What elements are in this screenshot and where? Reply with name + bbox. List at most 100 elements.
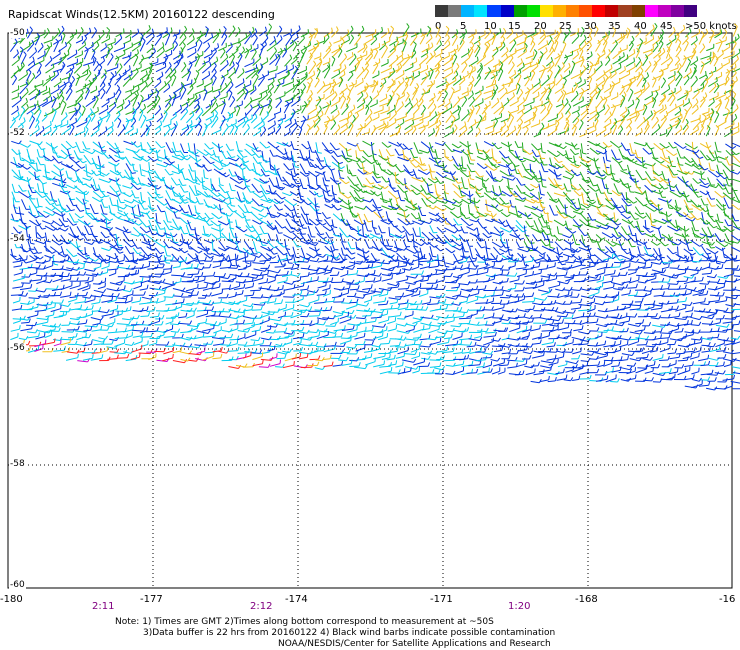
wind-barb-flag	[362, 104, 365, 109]
wind-barb-flag	[346, 124, 349, 129]
wind-barb	[412, 107, 420, 115]
wind-barb	[395, 116, 407, 121]
wind-barb	[330, 108, 338, 114]
wind-barb-flag	[465, 125, 468, 130]
wind-barb-flag	[429, 220, 433, 224]
wind-barb-flag	[697, 181, 702, 184]
wind-barb-flag	[586, 205, 591, 209]
wind-barb-flag	[542, 186, 547, 188]
wind-barb	[652, 79, 657, 88]
wind-barb	[220, 149, 227, 159]
wind-barb-flag	[235, 157, 240, 162]
wind-barb	[460, 217, 470, 227]
wind-barb	[418, 219, 430, 225]
wind-barb-flag	[517, 216, 522, 218]
wind-barb	[250, 211, 260, 220]
wind-barb-flag	[606, 104, 611, 109]
wind-barb	[675, 89, 682, 95]
wind-barb	[156, 45, 165, 53]
wind-barb	[354, 205, 364, 210]
wind-barb-flag	[630, 154, 635, 156]
wind-barb-flag	[513, 39, 517, 44]
wind-barb	[425, 37, 433, 45]
wind-barb	[273, 204, 280, 211]
wind-barb	[658, 43, 664, 52]
wind-barb	[356, 94, 364, 102]
wind-barb	[267, 130, 275, 136]
wind-barb	[722, 46, 731, 53]
wind-barb-flag	[588, 27, 593, 31]
wind-barb	[508, 57, 514, 65]
wind-barb-flag	[82, 160, 87, 164]
wind-barb	[218, 143, 221, 152]
wind-barb-flag	[734, 23, 738, 27]
wind-barb-flag	[304, 100, 308, 105]
wind-barb	[460, 52, 470, 58]
wind-barb	[731, 178, 740, 183]
wind-barb-flag	[322, 81, 326, 86]
wind-barb	[275, 192, 283, 200]
wind-barb-flag	[144, 208, 149, 210]
wind-barb-flag	[619, 55, 621, 60]
wind-barb	[42, 148, 46, 160]
wind-barbs	[9, 22, 740, 391]
wind-barb	[625, 61, 635, 67]
wind-barb	[485, 125, 495, 130]
wind-barb	[82, 68, 90, 75]
wind-barb	[93, 64, 100, 72]
wind-barb-flag	[608, 144, 613, 148]
wind-barb	[381, 40, 391, 46]
wind-barb	[483, 192, 494, 201]
wind-barb	[554, 143, 564, 150]
wind-barb	[507, 64, 515, 74]
wind-barb	[388, 218, 395, 227]
wind-barb	[45, 206, 52, 212]
wind-barb	[684, 61, 692, 73]
wind-barb-flag	[152, 209, 157, 212]
wind-barb	[548, 72, 553, 80]
wind-barb	[44, 45, 52, 51]
wind-barb	[635, 60, 642, 68]
wind-barb-flag	[479, 195, 485, 198]
wind-barb	[90, 89, 97, 94]
wind-barb-flag	[85, 125, 89, 130]
wind-barb	[18, 190, 29, 199]
wind-barb-flag	[159, 196, 164, 199]
wind-barb-flag	[428, 183, 433, 187]
wind-barb-flag	[489, 100, 491, 105]
wind-barb	[11, 148, 18, 155]
wind-barb	[41, 115, 48, 122]
wind-barb-flag	[289, 54, 293, 59]
wind-barb-flag	[27, 144, 32, 148]
wind-barb-flag	[693, 42, 697, 47]
wind-barb-flag	[643, 116, 646, 121]
wind-barb	[92, 196, 101, 203]
wind-barb	[252, 219, 261, 225]
wind-barb-flag	[549, 35, 553, 40]
wind-barb-flag	[385, 93, 388, 98]
wind-barb-flag	[215, 190, 220, 192]
wind-barb-flag	[464, 121, 467, 126]
wind-barb	[28, 113, 34, 122]
wind-barb-flag	[46, 97, 48, 102]
wind-barb	[467, 178, 471, 188]
wind-barb	[492, 197, 502, 206]
wind-barb	[27, 76, 36, 86]
wind-barb-flag	[146, 225, 151, 228]
wind-barb-flag	[436, 26, 440, 30]
wind-barb	[413, 121, 424, 128]
wind-barb-flag	[152, 196, 158, 199]
wind-barb	[427, 101, 435, 110]
wind-barb-flag	[145, 230, 151, 234]
wind-barb	[547, 129, 558, 137]
wind-barb	[89, 203, 95, 214]
wind-barb	[124, 103, 131, 109]
wind-barb	[195, 72, 200, 81]
wind-barb-flag	[194, 93, 198, 98]
wind-barb	[52, 220, 61, 227]
wind-barb	[197, 64, 206, 72]
wind-barb	[690, 212, 698, 221]
wind-barb-flag	[701, 178, 706, 181]
wind-barb	[499, 91, 508, 100]
wind-barb-flag	[219, 28, 221, 33]
